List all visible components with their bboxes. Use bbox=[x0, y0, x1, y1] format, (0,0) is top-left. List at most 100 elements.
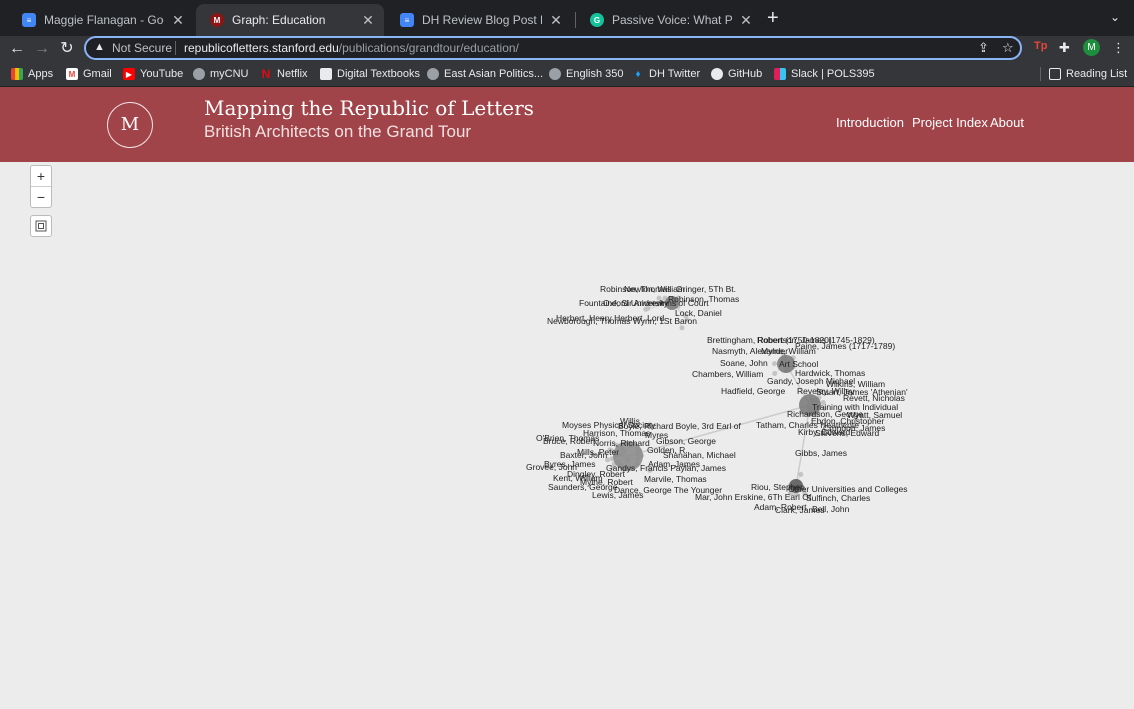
nav-about[interactable]: About bbox=[990, 115, 1024, 130]
bookmark-label: Apps bbox=[28, 68, 54, 80]
tab-title: DH Review Blog Post Draft - G bbox=[422, 13, 542, 27]
site-title[interactable]: Mapping the Republic of Letters bbox=[204, 96, 534, 120]
node-label[interactable]: Sulfinch, Charles bbox=[806, 493, 870, 503]
education-network-graph[interactable]: Robinson, ThomasNewton, WilliamGringer, … bbox=[0, 162, 1134, 709]
reload-icon[interactable]: ↻ bbox=[56, 39, 78, 59]
bookmark-star-icon[interactable]: ☆ bbox=[1002, 40, 1014, 56]
bookmark-digital-textbooks[interactable]: Digital Textbooks bbox=[320, 67, 420, 81]
bookmark-label: East Asian Politics... bbox=[444, 68, 544, 80]
person-node[interactable] bbox=[679, 325, 685, 331]
node-label[interactable]: Inns of Court bbox=[660, 298, 709, 308]
tab-graph-education[interactable]: M Graph: Education ✕ bbox=[196, 4, 384, 36]
tab-passive-voice[interactable]: G Passive Voice: What Passive Vo ✕ bbox=[576, 4, 762, 36]
bookmark-slack[interactable]: Slack | POLS395 bbox=[774, 67, 875, 81]
bookmark-east-asian-politics[interactable]: East Asian Politics... bbox=[427, 67, 543, 81]
tab-dh-review-draft[interactable]: ≡ DH Review Blog Post Draft - G ✕ bbox=[386, 4, 572, 36]
bookmark-youtube[interactable]: ▶ YouTube bbox=[123, 67, 183, 81]
bookmarks-divider bbox=[1040, 67, 1041, 81]
apps-grid-icon bbox=[11, 68, 23, 80]
node-label[interactable]: Stevens, Edward bbox=[815, 428, 880, 438]
bookmark-label: Netflix bbox=[277, 68, 308, 80]
reading-list-icon bbox=[1049, 68, 1061, 80]
republic-of-letters-icon: M bbox=[210, 13, 224, 27]
bookmark-english-350[interactable]: English 350 bbox=[549, 67, 624, 81]
person-node[interactable] bbox=[772, 361, 777, 367]
bookmark-label: YouTube bbox=[140, 68, 184, 80]
bookmark-label: myCNU bbox=[210, 68, 249, 80]
node-label[interactable]: Mylne, William bbox=[761, 346, 816, 356]
close-tab-icon[interactable]: ✕ bbox=[170, 12, 186, 29]
globe-icon bbox=[193, 68, 205, 80]
extensions-puzzle-icon[interactable]: ✚ bbox=[1059, 40, 1070, 56]
node-label[interactable]: Bruce, Robert bbox=[543, 436, 596, 446]
globe-icon bbox=[427, 68, 439, 80]
node-label[interactable]: Marvile, Thomas bbox=[644, 474, 707, 484]
omnibox-divider bbox=[175, 41, 176, 55]
address-bar[interactable]: ▲ Not Secure republicofletters.stanford.… bbox=[84, 36, 1022, 60]
tab-title: Graph: Education bbox=[232, 13, 326, 27]
tab-title: Passive Voice: What Passive Vo bbox=[612, 13, 732, 27]
globe-icon bbox=[549, 68, 561, 80]
url-path: /publications/grandtour/education/ bbox=[338, 41, 519, 55]
node-label[interactable]: Hadfield, George bbox=[721, 386, 786, 396]
close-tab-icon[interactable]: ✕ bbox=[548, 12, 564, 29]
twitter-icon: ♦ bbox=[635, 68, 641, 80]
tab-search-icon[interactable]: ⌄ bbox=[1110, 10, 1120, 24]
node-label[interactable]: Bell, John bbox=[812, 504, 850, 514]
node-label[interactable]: Gringer, 5Th Bt. bbox=[676, 284, 736, 294]
document-icon bbox=[320, 68, 332, 80]
bookmark-mycnu[interactable]: myCNU bbox=[193, 67, 249, 81]
tab-google-doc-1[interactable]: ≡ Maggie Flanagan - Google Doc ✕ bbox=[8, 4, 194, 36]
node-label[interactable]: Chambers, William bbox=[692, 369, 763, 379]
profile-avatar[interactable]: M bbox=[1083, 39, 1100, 56]
tab-title: Maggie Flanagan - Google Doc bbox=[44, 13, 164, 27]
bookmark-netflix[interactable]: N Netflix bbox=[260, 67, 308, 81]
url-text[interactable]: republicofletters.stanford.edu/publicati… bbox=[184, 41, 519, 55]
bookmark-label: Slack | POLS395 bbox=[791, 68, 875, 80]
bookmarks-bar: Apps M Gmail ▶ YouTube myCNU N Netflix Digi… bbox=[0, 62, 1134, 87]
node-label[interactable]: Lewis, James bbox=[592, 490, 644, 500]
close-tab-icon[interactable]: ✕ bbox=[360, 12, 376, 29]
node-label[interactable]: Newborough, Thomas Wynn, 1St Baron bbox=[547, 316, 697, 326]
bookmark-label: DH Twitter bbox=[649, 68, 701, 80]
share-icon[interactable]: ⇪ bbox=[978, 40, 989, 56]
bookmark-dh-twitter[interactable]: ♦ DH Twitter bbox=[632, 67, 700, 81]
bookmark-gmail[interactable]: M Gmail bbox=[66, 67, 112, 81]
reading-list-label: Reading List bbox=[1066, 68, 1128, 80]
browser-toolbar: ← → ↻ ▲ Not Secure republicofletters.sta… bbox=[0, 36, 1134, 62]
browser-tab-strip: ≡ Maggie Flanagan - Google Doc ✕ M Graph… bbox=[0, 0, 1134, 36]
warning-triangle-icon[interactable]: ▲ bbox=[94, 41, 105, 53]
browser-menu-icon[interactable]: ⋮ bbox=[1112, 40, 1125, 56]
google-docs-icon: ≡ bbox=[22, 13, 36, 27]
bookmark-apps[interactable]: Apps bbox=[11, 67, 53, 81]
url-host: republicofletters.stanford.edu bbox=[184, 41, 339, 55]
nav-introduction[interactable]: Introduction bbox=[836, 115, 904, 130]
grammarly-icon: G bbox=[590, 13, 604, 27]
not-secure-label[interactable]: Not Secure bbox=[112, 41, 172, 55]
bookmark-label: GitHub bbox=[728, 68, 763, 80]
github-icon bbox=[711, 68, 723, 80]
bookmark-label: Digital Textbooks bbox=[337, 68, 420, 80]
back-arrow-icon[interactable]: ← bbox=[6, 39, 28, 59]
gmail-icon: M bbox=[66, 68, 78, 80]
slack-icon bbox=[774, 68, 786, 80]
node-label[interactable]: Mar, John Erskine, 6Th Earl Of bbox=[695, 492, 812, 502]
netflix-icon: N bbox=[261, 67, 271, 81]
nav-project-index[interactable]: Project Index bbox=[912, 115, 988, 130]
bookmark-label: English 350 bbox=[566, 68, 624, 80]
site-subtitle: British Architects on the Grand Tour bbox=[204, 122, 472, 141]
site-header: M Mapping the Republic of Letters Britis… bbox=[0, 87, 1134, 162]
youtube-icon: ▶ bbox=[123, 68, 135, 80]
graph-labels: Robinson, ThomasNewton, WilliamGringer, … bbox=[526, 284, 908, 515]
new-tab-button[interactable]: + bbox=[767, 8, 779, 28]
forward-arrow-icon[interactable]: → bbox=[31, 39, 53, 59]
node-label[interactable]: Gibbs, James bbox=[795, 448, 847, 458]
person-node[interactable] bbox=[798, 471, 804, 477]
bookmark-github[interactable]: GitHub bbox=[711, 67, 762, 81]
reading-list-button[interactable]: Reading List bbox=[1049, 67, 1127, 81]
extension-tp-icon[interactable]: Tp bbox=[1034, 40, 1047, 52]
site-logo[interactable]: M bbox=[107, 102, 153, 148]
google-docs-icon: ≡ bbox=[400, 13, 414, 27]
close-tab-icon[interactable]: ✕ bbox=[738, 12, 754, 29]
node-label[interactable]: Soane, John bbox=[720, 358, 768, 368]
